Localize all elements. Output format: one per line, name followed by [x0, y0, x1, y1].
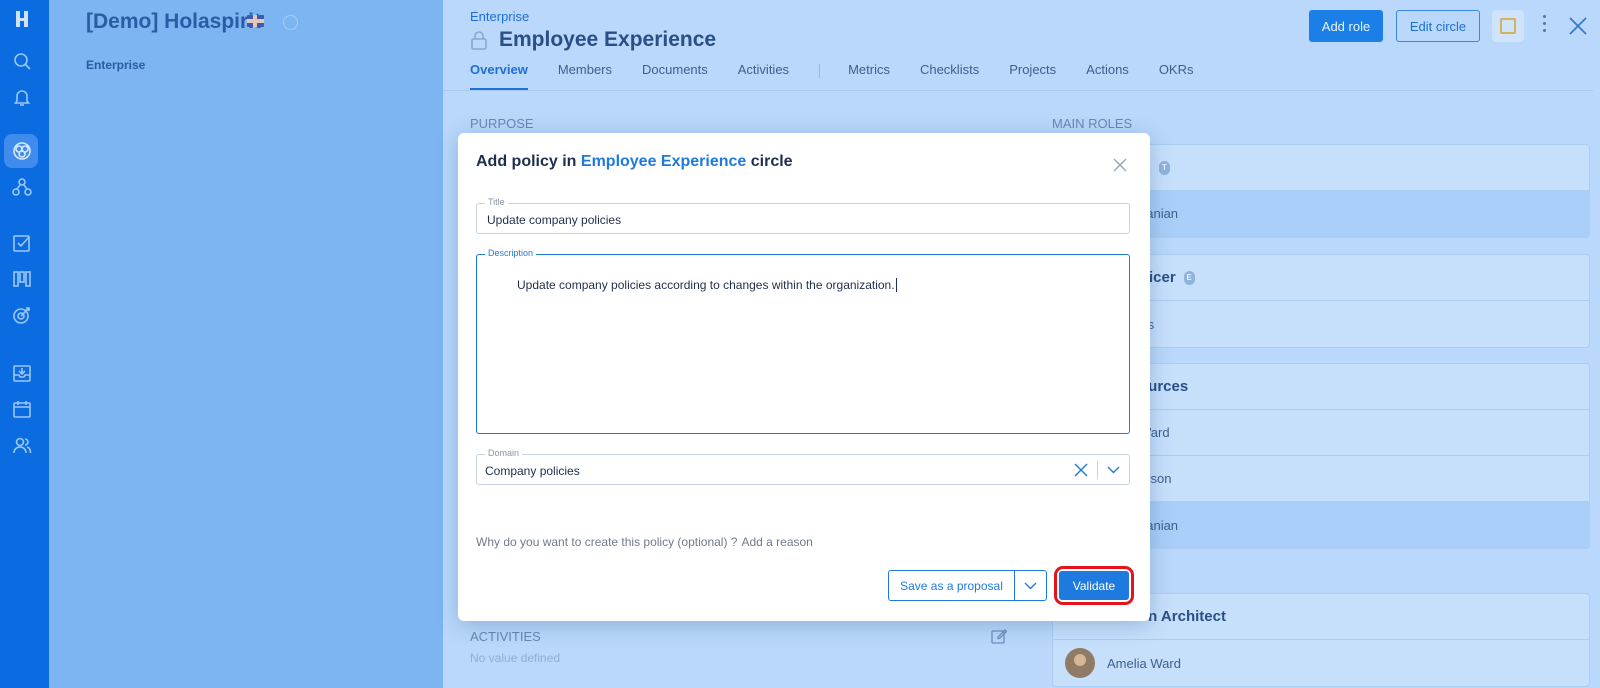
checkbox-icon[interactable] — [11, 232, 33, 254]
domain-field-label: Domain — [485, 448, 523, 458]
main-roles-label: MAIN ROLES — [1052, 116, 1133, 131]
reason-prompt: Why do you want to create this policy (o… — [476, 535, 813, 549]
clear-icon[interactable] — [1074, 463, 1088, 477]
text-cursor — [895, 278, 897, 292]
holaspirit-logo-icon[interactable] — [11, 8, 33, 30]
close-icon[interactable] — [1112, 157, 1128, 173]
close-icon[interactable] — [1568, 16, 1588, 36]
role-badge: T — [1159, 160, 1170, 175]
domain-select[interactable]: Domain Company policies — [476, 448, 1130, 485]
activities-label: ACTIVITIES — [470, 629, 541, 644]
calendar-icon[interactable] — [11, 398, 33, 420]
translate-button[interactable] — [1492, 10, 1524, 42]
org-panel — [49, 0, 443, 688]
search-icon[interactable] — [11, 50, 33, 72]
tab-okrs[interactable]: OKRs — [1159, 62, 1194, 90]
save-as-proposal-button[interactable]: Save as a proposal — [888, 570, 1015, 601]
circle-tabs: Overview Members Documents Activities Me… — [470, 62, 1223, 90]
select-divider — [1097, 461, 1098, 479]
description-field-label: Description — [485, 248, 537, 258]
edit-icon[interactable] — [991, 628, 1007, 644]
tab-projects[interactable]: Projects — [1009, 62, 1056, 90]
validate-button[interactable]: Validate — [1059, 571, 1129, 600]
tab-documents[interactable]: Documents — [642, 62, 708, 90]
role-member[interactable]: Amelia Ward — [1053, 640, 1589, 686]
description-text: Update company policies according to cha… — [517, 278, 895, 292]
chevron-down-icon — [1024, 582, 1037, 589]
org-tree-item-enterprise[interactable]: Enterprise — [86, 58, 145, 72]
title-field-value: Update company policies — [487, 213, 622, 227]
add-role-button[interactable]: Add role — [1309, 10, 1383, 42]
modal-title-circle: Employee Experience — [580, 153, 747, 170]
modal-title-suffix: circle — [746, 153, 793, 170]
description-field-value: Update company policies according to cha… — [517, 278, 897, 292]
title-field-label: Title — [485, 197, 508, 207]
breadcrumb[interactable]: Enterprise — [470, 9, 529, 24]
title-field[interactable]: Title Update company policies — [476, 197, 1130, 234]
org-chart-icon[interactable] — [11, 176, 33, 198]
domain-field-value: Company policies — [485, 464, 580, 478]
kanban-icon[interactable] — [11, 268, 33, 290]
add-reason-link[interactable]: Add a reason — [741, 535, 812, 549]
app-rail — [0, 0, 49, 688]
tab-actions[interactable]: Actions — [1086, 62, 1129, 90]
translate-icon — [1500, 18, 1516, 34]
purpose-label: PURPOSE — [470, 116, 534, 131]
inbox-icon[interactable] — [11, 362, 33, 384]
member-name: Amelia Ward — [1107, 655, 1181, 671]
more-options-icon[interactable] — [1543, 15, 1547, 35]
chevron-down-icon[interactable] — [1107, 464, 1120, 476]
lock-icon — [471, 31, 487, 50]
tab-metrics[interactable]: Metrics — [848, 62, 890, 90]
circles-icon[interactable] — [11, 140, 33, 162]
modal-title-prefix: Add policy in — [476, 153, 581, 170]
target-icon[interactable] — [11, 304, 33, 326]
tab-overview[interactable]: Overview — [470, 62, 528, 90]
uk-flag-icon — [247, 15, 264, 27]
page-title: Employee Experience — [499, 28, 717, 51]
org-title[interactable]: [Demo] Holaspirit — [86, 10, 261, 34]
description-field[interactable]: Description Update company policies acco… — [476, 248, 1130, 434]
people-icon[interactable] — [11, 434, 33, 456]
tabs-divider — [443, 90, 1593, 91]
modal-title: Add policy in Employee Experience circle — [476, 153, 793, 171]
tab-activities[interactable]: Activities — [738, 62, 789, 90]
tab-checklists[interactable]: Checklists — [920, 62, 979, 90]
role-badge: E — [1183, 270, 1195, 285]
avatar — [1065, 648, 1095, 678]
save-options-dropdown[interactable] — [1014, 570, 1047, 601]
bell-icon[interactable] — [11, 86, 33, 108]
reason-text: Why do you want to create this policy (o… — [476, 535, 738, 549]
tab-divider — [819, 64, 821, 78]
edit-circle-button[interactable]: Edit circle — [1396, 10, 1480, 42]
activities-empty-value: No value defined — [470, 651, 561, 665]
add-policy-modal: Add policy in Employee Experience circle… — [458, 133, 1150, 621]
info-icon[interactable] — [283, 15, 298, 30]
tab-members[interactable]: Members — [558, 62, 612, 90]
